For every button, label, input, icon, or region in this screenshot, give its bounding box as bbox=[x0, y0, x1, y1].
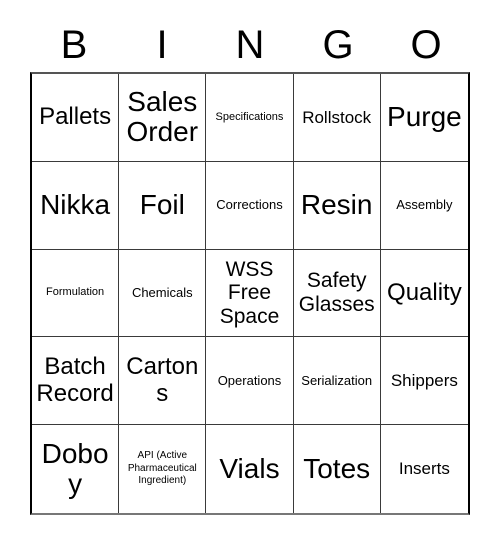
bingo-cell-r5-c3[interactable]: Vials bbox=[206, 425, 294, 513]
bingo-header-letter-i: I bbox=[156, 23, 168, 67]
bingo-cell-label: Nikka bbox=[40, 189, 111, 221]
bingo-cell-label: Pallets bbox=[39, 103, 112, 131]
bingo-cell-label: Serialization bbox=[301, 372, 373, 388]
bingo-header-letter-o: O bbox=[410, 23, 442, 67]
bingo-cell-label: Corrections bbox=[216, 197, 283, 213]
bingo-card: B I N G O Pallets Sales Order Specificatio… bbox=[0, 0, 500, 544]
bingo-cell-r2-c5[interactable]: Assembly bbox=[380, 161, 468, 250]
bingo-cell-r2-c4[interactable]: Resin bbox=[293, 161, 381, 250]
bingo-header: B I N G O bbox=[30, 18, 470, 72]
bingo-cell-r5-c5[interactable]: Inserts bbox=[380, 425, 468, 513]
bingo-cell-r3-c1[interactable]: Formulation bbox=[32, 249, 120, 338]
bingo-cell-r2-c3[interactable]: Corrections bbox=[206, 161, 294, 250]
bingo-cell-r5-c4[interactable]: Totes bbox=[293, 425, 381, 513]
bingo-cell-label: Sales Order bbox=[126, 86, 199, 148]
bingo-cell-r1-c4[interactable]: Rollstock bbox=[293, 74, 381, 162]
bingo-cell-r1-c5[interactable]: Purge bbox=[380, 74, 468, 162]
bingo-cell-label: Specifications bbox=[215, 110, 284, 123]
bingo-cell-label: Inserts bbox=[398, 459, 450, 479]
bingo-cell-r3-c4[interactable]: Safety Glasses bbox=[293, 249, 381, 338]
bingo-cell-label: API (Active Pharmaceutical Ingredient) bbox=[127, 450, 197, 487]
bingo-cell-r4-c2[interactable]: Cartons bbox=[119, 337, 207, 426]
bingo-cell-label: Formulation bbox=[46, 286, 105, 299]
bingo-header-letter-n: N bbox=[235, 23, 265, 67]
bingo-cell-label: Totes bbox=[303, 452, 371, 484]
bingo-cell-r2-c1[interactable]: Nikka bbox=[32, 161, 120, 250]
bingo-cell-label: Assembly bbox=[396, 197, 453, 213]
bingo-cell-label: Resin bbox=[300, 189, 373, 221]
bingo-cell-label: Shippers bbox=[390, 371, 458, 391]
bingo-cell-r4-c5[interactable]: Shippers bbox=[380, 337, 468, 426]
bingo-cell-r2-c2[interactable]: Foil bbox=[119, 161, 207, 250]
bingo-cell-label: Doboy bbox=[41, 437, 109, 500]
bingo-cell-label: Batch Record bbox=[36, 353, 114, 407]
bingo-cell-r1-c3[interactable]: Specifications bbox=[206, 74, 294, 162]
bingo-cell-r4-c4[interactable]: Serialization bbox=[293, 337, 381, 426]
bingo-cell-label: Operations bbox=[217, 372, 282, 388]
bingo-cell-r3-c3[interactable]: WSS Free Space bbox=[206, 249, 294, 338]
bingo-cell-label: Quality bbox=[387, 278, 462, 306]
bingo-cell-label: Safety Glasses bbox=[298, 269, 375, 316]
bingo-cell-r5-c1[interactable]: Doboy bbox=[32, 425, 120, 513]
bingo-cell-label: Purge bbox=[387, 101, 462, 133]
bingo-cell-r4-c3[interactable]: Operations bbox=[206, 337, 294, 426]
bingo-cell-r4-c1[interactable]: Batch Record bbox=[32, 337, 120, 426]
bingo-cell-label: Foil bbox=[139, 189, 185, 221]
bingo-cell-label: WSS Free Space bbox=[219, 257, 280, 328]
bingo-cell-r1-c1[interactable]: Pallets bbox=[32, 74, 120, 162]
bingo-cell-r5-c2[interactable]: API (Active Pharmaceutical Ingredient) bbox=[119, 425, 207, 513]
bingo-cell-label: Cartons bbox=[126, 353, 199, 407]
bingo-cell-label: Vials bbox=[219, 452, 280, 484]
bingo-cell-r3-c2[interactable]: Chemicals bbox=[119, 249, 207, 338]
bingo-grid: Pallets Sales Order Specifications Rollstoc… bbox=[30, 72, 470, 515]
bingo-cell-label: Rollstock bbox=[302, 107, 372, 127]
bingo-cell-r1-c2[interactable]: Sales Order bbox=[119, 74, 207, 162]
bingo-cell-r3-c5[interactable]: Quality bbox=[380, 249, 468, 338]
bingo-header-letter-b: B bbox=[60, 23, 88, 67]
bingo-header-letter-g: G bbox=[322, 23, 354, 67]
bingo-cell-label: Chemicals bbox=[131, 285, 193, 301]
